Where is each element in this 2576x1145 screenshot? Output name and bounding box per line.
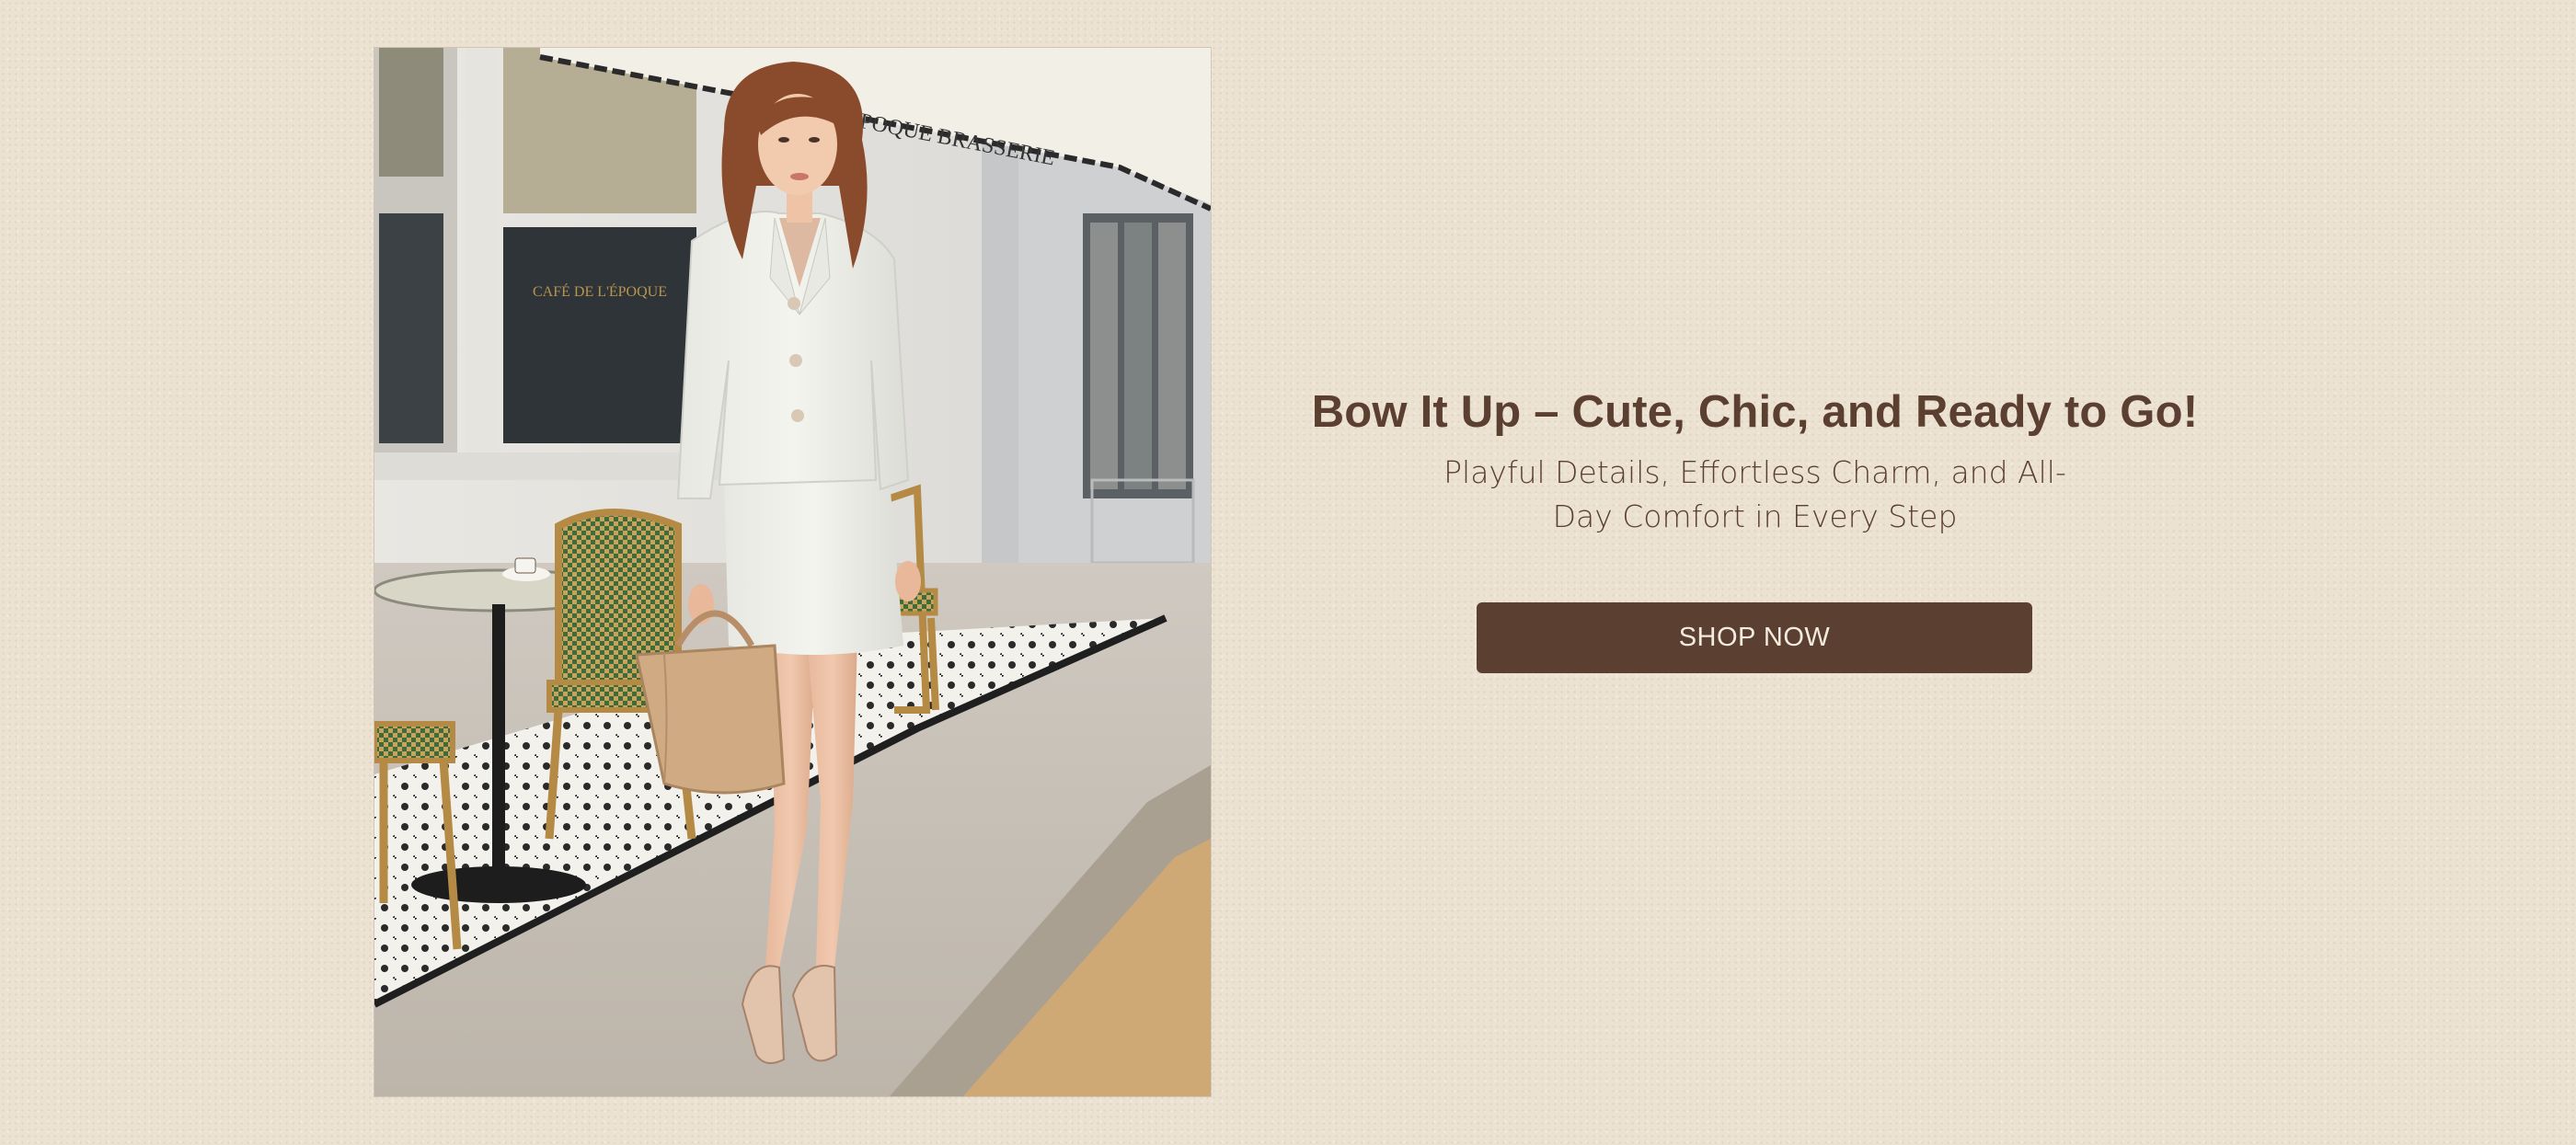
hero-image[interactable]: CAFÉ DE L'ÉPOQUE CAFÉ DE L'ÉPOQUE BRASSE…: [374, 48, 1211, 1096]
promo-block: Bow It Up – Cute, Chic, and Ready to Go!…: [1270, 377, 2240, 673]
promo-subhead: Playful Details, Effortless Charm, and A…: [1443, 454, 2066, 534]
promo-headline: Bow It Up – Cute, Chic, and Ready to Go!: [1311, 387, 2199, 437]
shop-now-button[interactable]: SHOP NOW: [1477, 602, 2032, 673]
svg-text:CAFÉ DE L'ÉPOQUE: CAFÉ DE L'ÉPOQUE: [533, 282, 667, 300]
